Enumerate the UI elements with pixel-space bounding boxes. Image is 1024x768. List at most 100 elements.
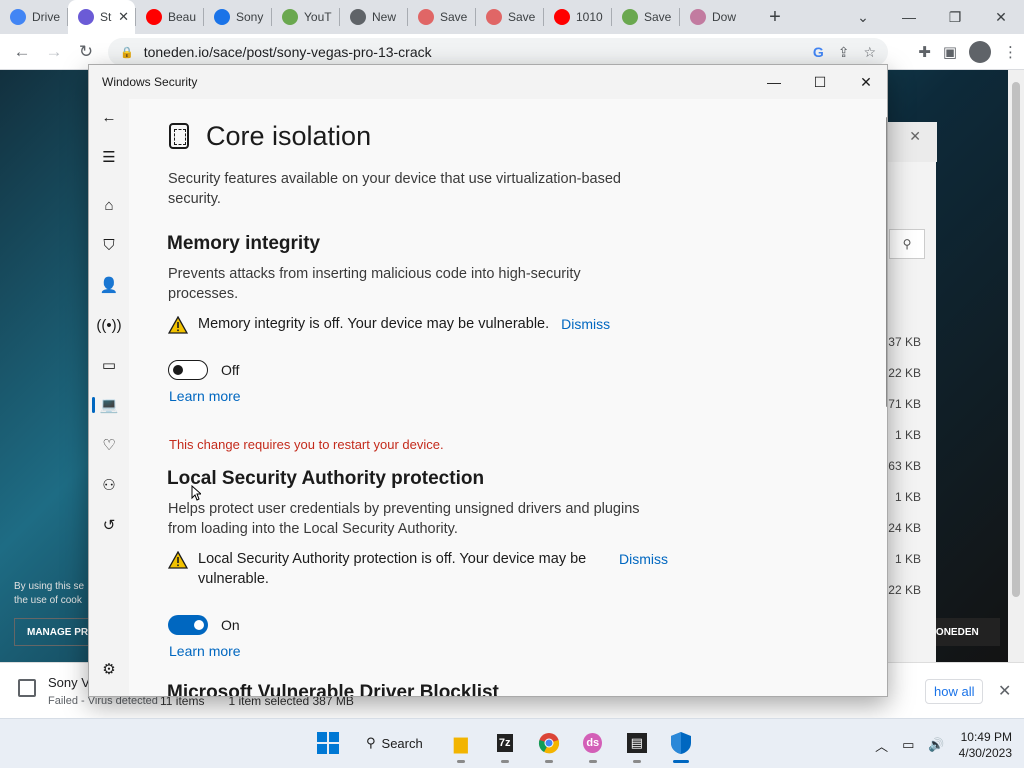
new-tab-button[interactable]: + [759,6,791,29]
manage-preferences-button[interactable]: MANAGE PR [14,618,94,646]
clock[interactable]: 10:49 PM 4/30/2023 [959,729,1012,761]
running-indicator [672,760,689,763]
tab-favicon-icon [690,9,706,25]
video-editor-icon[interactable]: ▤ [621,727,653,763]
share-icon[interactable]: ⇪ [838,44,850,61]
search-icon: ⚲ [366,735,376,750]
browser-tab[interactable]: YouT [272,0,339,34]
firewall-network-icon[interactable]: ((•)) [89,307,129,343]
browser-scrollbar[interactable] [1008,70,1024,662]
chevron-up-icon[interactable]: ︿ [875,736,888,755]
browser-tab[interactable]: Save [408,0,475,34]
content-scrollbar[interactable] [883,99,887,696]
search-icon[interactable]: ⚲ [889,229,925,259]
browser-tab[interactable]: Dow [680,0,747,34]
scrollbar-thumb[interactable] [1012,82,1020,597]
tab-title: Beau [168,10,197,24]
browser-tab[interactable]: New [340,0,407,34]
warning-text: Memory integrity is off. Your device may… [198,316,550,332]
time: 10:49 PM [960,730,1012,744]
learn-more-link[interactable]: Learn more [169,643,241,659]
tab-favicon-icon [486,9,502,25]
memory-integrity-toggle[interactable] [168,360,208,380]
dismiss-link[interactable]: Dismiss [619,549,668,569]
settings-gear-icon[interactable]: ⚙ [89,651,129,687]
tab-favicon-icon [78,9,94,25]
shield-icon[interactable]: ⛉ [89,227,129,263]
file-icon [18,679,36,697]
hamburger-menu-icon[interactable]: ☰ [89,139,129,175]
back-arrow-icon[interactable]: ← [89,99,129,135]
show-all-button[interactable]: how all [925,679,984,704]
restore-button[interactable]: ❐ [932,0,978,34]
scrollbar-thumb[interactable] [886,117,887,407]
browser-tab[interactable]: Drive [0,0,67,34]
tab-title: Save [508,10,536,24]
tab-favicon-icon [10,9,26,25]
back-icon[interactable]: ← [6,42,38,62]
tab-title: 1010 [576,10,603,24]
lsa-toggle-label: On [221,617,240,633]
close-tab-icon[interactable]: ✕ [118,9,129,25]
menu-kebab-icon[interactable]: ⋮ [1003,43,1018,61]
memory-integrity-warning: Memory integrity is off. Your device may… [168,314,610,334]
forward-icon[interactable]: → [38,42,70,62]
lock-icon[interactable]: 🔒 [120,46,134,59]
side-panel-icon[interactable]: ▣ [943,43,957,61]
family-options-icon[interactable]: ⚇ [89,467,129,503]
volume-icon[interactable]: 🔊 [928,737,944,753]
tab-favicon-icon [622,9,638,25]
history-icon[interactable]: ↺ [89,507,129,543]
warning-icon [168,551,188,569]
close-icon[interactable]: ✕ [909,128,921,145]
tab-search-icon[interactable]: ⌄ [840,0,886,34]
7zip-icon[interactable]: 7z [489,727,521,763]
account-icon[interactable]: 👤 [89,267,129,303]
tab-title: Drive [32,10,61,24]
minimize-button[interactable]: — [886,0,932,34]
browser-tab[interactable]: Beau [136,0,203,34]
windows-security-taskbar-icon[interactable] [665,727,697,763]
chrome-icon[interactable] [533,727,565,763]
explorer-titlebar: ✕ [881,122,937,162]
taskbar-search-button[interactable]: ⚲ Search [356,727,433,759]
file-explorer-icon[interactable]: ▆ [445,727,477,763]
browser-tab[interactable]: Sony [204,0,271,34]
driver-blocklist-heading: Microsoft Vulnerable Driver Blocklist [167,682,499,697]
intro-text: Security features available on your devi… [168,171,621,207]
restart-required-text: This change requires you to restart your… [169,437,444,452]
address-bar[interactable]: 🔒 toneden.io/sace/post/sony-vegas-pro-13… [108,38,888,66]
learn-more-link[interactable]: Learn more [169,388,241,404]
home-icon[interactable]: ⌂ [89,187,129,223]
lsa-desc: Helps protect user credentials by preven… [168,501,640,537]
toneden-button[interactable]: TONEDEN [930,618,1000,646]
windows-security-window: Windows Security — ☐ ✕ ← ☰ ⌂ ⛉ 👤 ((•)) ▭… [88,64,888,697]
browser-tab[interactable]: St ✕ [68,0,135,34]
close-download-bar-icon[interactable]: ✕ [998,681,1011,701]
minimize-button[interactable]: — [751,65,797,99]
page-title: Core isolation [206,121,372,151]
maximize-button[interactable]: ☐ [797,65,843,99]
browser-window-controls: ⌄ — ❐ ✕ [840,0,1024,34]
bookmark-star-icon[interactable]: ☆ [863,44,876,61]
network-icon[interactable]: ▭ [902,737,914,753]
browser-tab[interactable]: 1010 [544,0,611,34]
ds-app-icon[interactable]: ds [577,727,609,763]
google-lens-icon[interactable]: G [813,44,824,60]
browser-tab[interactable]: Save [476,0,543,34]
device-security-icon[interactable]: 💻 [89,387,129,423]
app-browser-icon[interactable]: ▭ [89,347,129,383]
lsa-toggle[interactable] [168,615,208,635]
reload-icon[interactable]: ↻ [70,42,102,62]
extensions-icon[interactable]: ✚ [918,43,931,61]
profile-avatar[interactable] [969,41,991,63]
browser-tab[interactable]: Save [612,0,679,34]
running-indicator [632,760,641,763]
cookie-notice: By using this se the use of cook [14,581,85,606]
device-health-icon[interactable]: ♡ [89,427,129,463]
close-button[interactable]: ✕ [978,0,1024,34]
dismiss-link[interactable]: Dismiss [561,314,610,334]
start-button-windows-icon[interactable] [312,727,344,759]
close-button[interactable]: ✕ [843,65,887,99]
running-indicator [500,760,509,763]
